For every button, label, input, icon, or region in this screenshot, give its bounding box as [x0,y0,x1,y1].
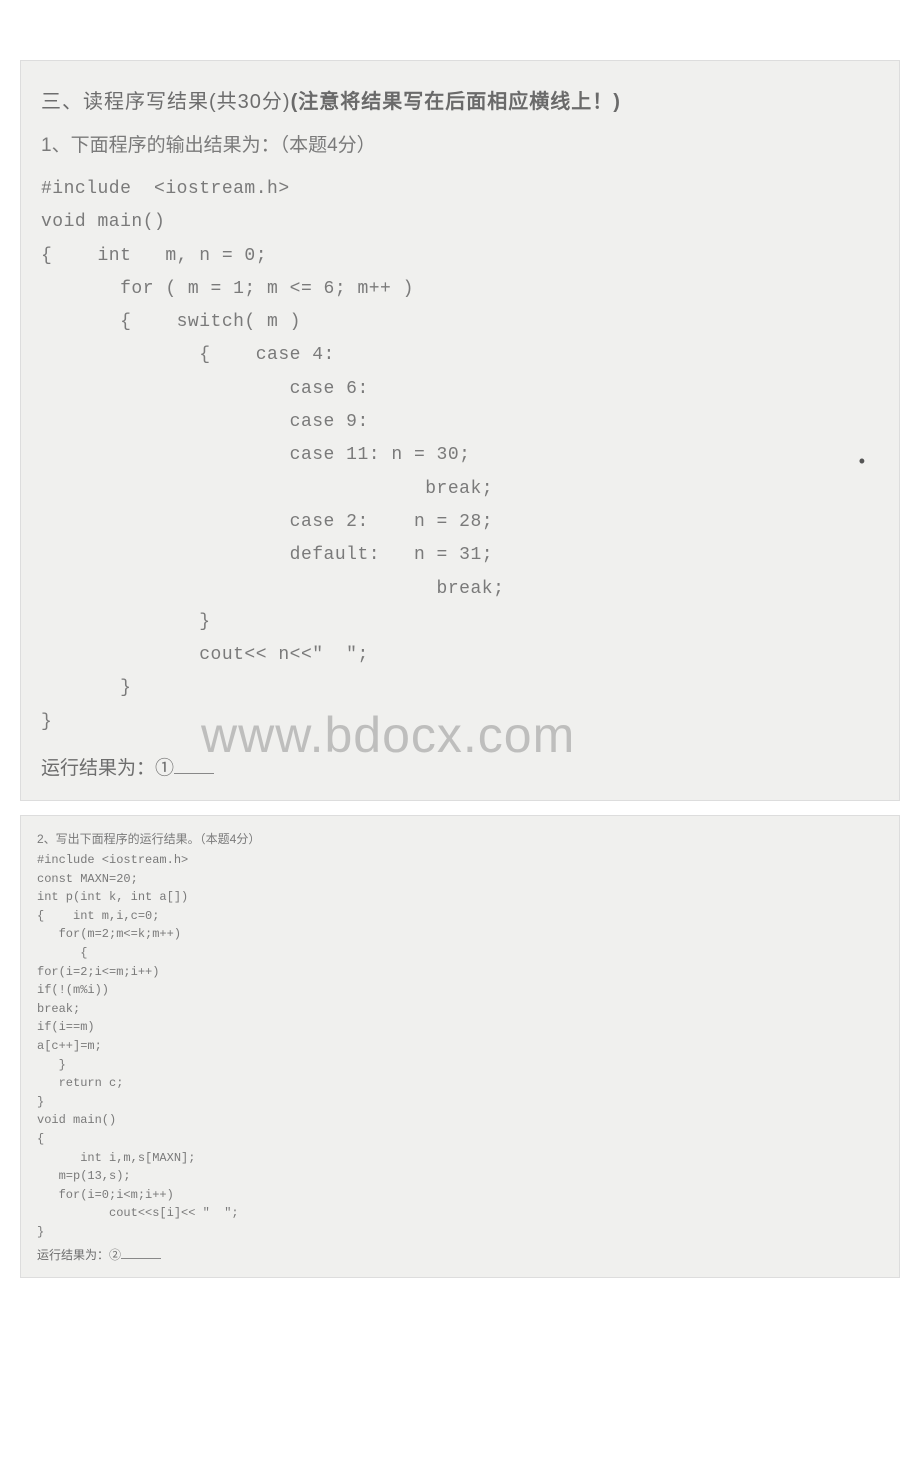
code-block-2: #include <iostream.h> const MAXN=20; int… [37,851,883,1241]
question-1-text: 1、下面程序的输出结果为：（本题4分） [41,130,879,157]
result-label-2-text: 运行结果为：② [37,1248,121,1262]
result-label-1: 运行结果为：① [41,753,879,780]
result-label-2: 运行结果为：② [37,1246,883,1263]
heading-plain: 三、读程序写结果(共30分) [41,91,291,113]
code-block-1: #include <iostream.h> void main() { int … [41,173,879,739]
question-1-block: 三、读程序写结果(共30分)(注意将结果写在后面相应横线上！) 1、下面程序的输… [20,60,900,801]
answer-blank-1 [174,754,214,774]
dot-marker-icon: • [859,451,865,472]
heading-bold: (注意将结果写在后面相应横线上！) [291,91,621,113]
question-2-block: 2、写出下面程序的运行结果。（本题4分） #include <iostream.… [20,815,900,1277]
question-2-text: 2、写出下面程序的运行结果。（本题4分） [37,830,883,847]
answer-blank-2 [121,1246,161,1259]
section-heading: 三、读程序写结果(共30分)(注意将结果写在后面相应横线上！) [41,85,879,114]
result-label-1-text: 运行结果为：① [41,758,174,779]
document-page: 三、读程序写结果(共30分)(注意将结果写在后面相应横线上！) 1、下面程序的输… [0,0,920,1478]
